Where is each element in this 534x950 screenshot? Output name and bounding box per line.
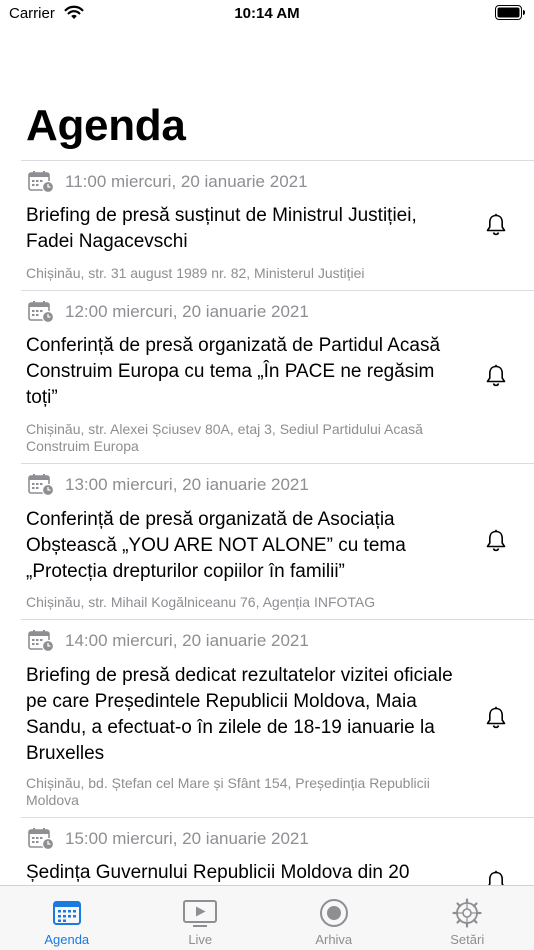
record-icon xyxy=(319,898,349,928)
event-time: 14:00 miercuri, 20 ianuarie 2021 xyxy=(65,631,309,650)
event-time: 12:00 miercuri, 20 ianuarie 2021 xyxy=(65,302,309,321)
list-item[interactable]: 14:00 miercuri, 20 ianuarie 2021 Briefin… xyxy=(21,620,534,818)
event-time: 15:00 miercuri, 20 ianuarie 2021 xyxy=(65,829,309,848)
tab-label: Setări xyxy=(450,932,485,947)
tab-agenda[interactable]: Agenda xyxy=(0,886,134,950)
status-time: 10:14 AM xyxy=(234,5,300,22)
tab-label: Agenda xyxy=(44,932,90,947)
event-location: Chișinău, str. Mihail Kogălniceanu 76, A… xyxy=(26,594,376,610)
tab-bar: Agenda Live Arhiva Setări xyxy=(0,885,534,950)
list-item[interactable]: 12:00 miercuri, 20 ianuarie 2021 Conferi… xyxy=(21,291,534,464)
tab-label: Live xyxy=(188,932,213,947)
bell-icon[interactable] xyxy=(485,706,507,730)
calendar-clock-icon xyxy=(28,301,55,324)
gear-icon xyxy=(452,898,482,928)
calendar-icon xyxy=(52,898,82,928)
agenda-list[interactable]: 11:00 miercuri, 20 ianuarie 2021 Briefin… xyxy=(21,160,534,887)
event-title: Briefing de presă susținut de Ministrul … xyxy=(26,205,417,252)
event-time: 13:00 miercuri, 20 ianuarie 2021 xyxy=(65,475,309,494)
event-location: Chișinău, bd. Ștefan cel Mare și Sfânt 1… xyxy=(26,775,430,808)
battery-icon xyxy=(495,5,526,25)
tab-live[interactable]: Live xyxy=(134,886,268,950)
play-icon xyxy=(183,898,218,928)
list-item[interactable]: 13:00 miercuri, 20 ianuarie 2021 Conferi… xyxy=(21,464,534,620)
status-bar: Carrier 10:14 AM xyxy=(0,0,534,28)
tab-setari[interactable]: Setări xyxy=(401,886,534,950)
calendar-clock-icon xyxy=(28,630,55,653)
event-title: Ședința Guvernului Republicii Moldova di… xyxy=(26,862,410,883)
event-title: Conferință de presă organizată de Asocia… xyxy=(26,509,406,582)
bell-icon[interactable] xyxy=(485,529,507,553)
event-location: Chișinău, str. Alexei Șciusev 80A, etaj … xyxy=(26,421,423,454)
event-title: Briefing de presă dedicat rezultatelor v… xyxy=(26,665,453,764)
event-title: Conferință de presă organizată de Partid… xyxy=(26,335,441,408)
tab-label: Arhiva xyxy=(315,932,353,947)
calendar-clock-icon xyxy=(28,828,55,851)
calendar-clock-icon xyxy=(28,474,55,497)
event-time: 11:00 miercuri, 20 ianuarie 2021 xyxy=(65,172,308,191)
calendar-clock-icon xyxy=(28,171,55,194)
tab-arhiva[interactable]: Arhiva xyxy=(267,886,401,950)
page-title: Agenda xyxy=(26,101,186,150)
bell-icon[interactable] xyxy=(485,364,507,388)
bell-icon[interactable] xyxy=(485,213,507,237)
list-item[interactable]: 15:00 miercuri, 20 ianuarie 2021 Ședința… xyxy=(21,818,534,887)
event-location: Chișinău, str. 31 august 1989 nr. 82, Mi… xyxy=(26,265,365,281)
list-item[interactable]: 11:00 miercuri, 20 ianuarie 2021 Briefin… xyxy=(21,161,534,291)
